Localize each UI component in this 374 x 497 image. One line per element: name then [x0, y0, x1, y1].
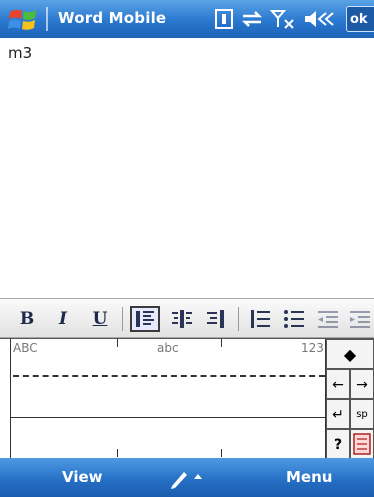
- align-left-button[interactable]: [130, 306, 160, 332]
- numbers-zone-label: 123: [301, 341, 324, 355]
- volume-icon[interactable]: [302, 8, 336, 30]
- uppercase-zone-label: ABC: [13, 341, 38, 355]
- italic-button[interactable]: I: [52, 306, 74, 332]
- right-arrow-key[interactable]: →: [350, 369, 374, 399]
- symbol-pad-key[interactable]: [350, 429, 374, 459]
- app-title: Word Mobile: [58, 9, 167, 27]
- menu-softkey[interactable]: Menu: [286, 468, 332, 486]
- underline-button[interactable]: U: [88, 306, 112, 332]
- writing-area[interactable]: ABC abc 123: [10, 339, 327, 459]
- zone-divider-tick: [221, 339, 222, 347]
- align-right-button[interactable]: [202, 306, 230, 332]
- format-toolbar: B I U: [0, 298, 374, 338]
- decrease-indent-button[interactable]: [314, 306, 342, 332]
- signal-strength-icon[interactable]: [270, 8, 298, 30]
- increase-indent-button[interactable]: [346, 306, 374, 332]
- baseline-guide: [13, 375, 325, 377]
- bullet-list-button[interactable]: [280, 306, 308, 332]
- windows-start-icon[interactable]: [6, 6, 42, 34]
- toolbar-separator: [122, 307, 123, 331]
- softkey-bar: View Menu: [0, 458, 374, 497]
- left-arrow-key[interactable]: ←: [326, 369, 350, 399]
- decrease-indent-icon: [318, 311, 338, 328]
- lowercase-zone-label: abc: [157, 341, 179, 355]
- recognizer-keys: ◆ ← → ↵ sp ?: [326, 339, 374, 459]
- connectivity-icon[interactable]: [240, 8, 264, 30]
- document-area[interactable]: m3: [0, 38, 374, 296]
- toolbar-separator: [238, 307, 239, 331]
- help-key[interactable]: ?: [326, 429, 350, 459]
- align-center-icon: [172, 310, 192, 328]
- numbered-list-icon: [251, 310, 270, 328]
- align-center-button[interactable]: [168, 306, 196, 332]
- backspace-key[interactable]: ◆: [326, 339, 374, 369]
- symbol-pad-icon: [353, 433, 371, 455]
- bold-button[interactable]: B: [16, 306, 38, 332]
- title-bar: Word Mobile ok: [0, 0, 374, 38]
- zone-divider-tick: [221, 449, 222, 457]
- bullet-list-icon: [284, 310, 304, 328]
- numbered-list-button[interactable]: [246, 306, 274, 332]
- input-panel-toggle-icon[interactable]: [166, 466, 210, 490]
- input-mode-icon[interactable]: [214, 8, 234, 30]
- space-key[interactable]: sp: [350, 399, 374, 429]
- ok-button[interactable]: ok: [346, 6, 374, 32]
- view-softkey[interactable]: View: [62, 468, 103, 486]
- writing-line: [11, 417, 327, 418]
- input-panel: ABC abc 123 ◆ ← → ↵ sp ?: [0, 338, 374, 459]
- zone-divider-tick: [117, 449, 118, 457]
- enter-key[interactable]: ↵: [326, 399, 350, 429]
- align-right-icon: [207, 310, 224, 328]
- title-separator: [46, 7, 48, 31]
- zone-divider-tick: [117, 339, 118, 347]
- document-text[interactable]: m3: [8, 44, 32, 62]
- increase-indent-icon: [350, 311, 370, 328]
- align-left-icon: [136, 311, 154, 327]
